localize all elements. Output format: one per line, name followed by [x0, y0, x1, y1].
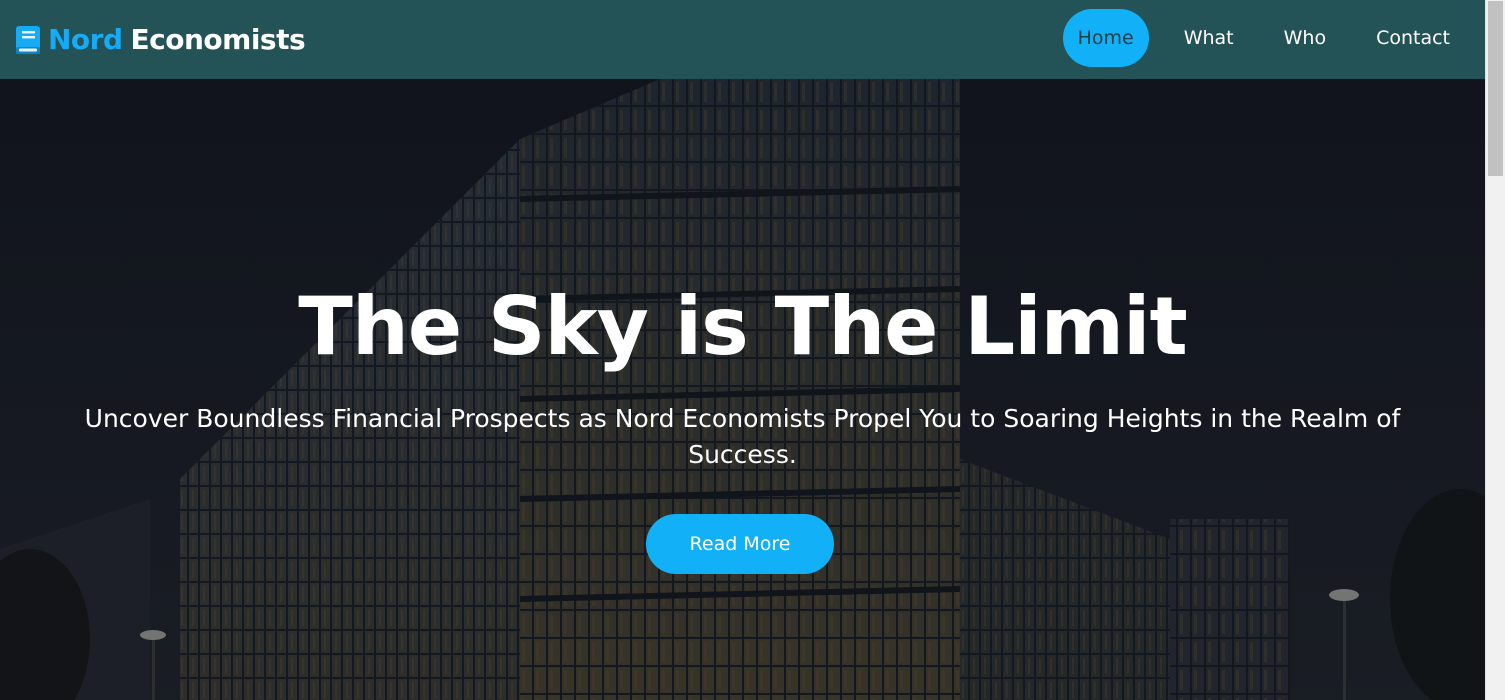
- nav-home[interactable]: Home: [1062, 9, 1149, 67]
- hero-title: The Sky is The Limit: [298, 280, 1187, 373]
- brand-logo-link[interactable]: Nord Economists: [15, 23, 306, 56]
- nav-what[interactable]: What: [1169, 9, 1249, 67]
- scrollbar-thumb[interactable]: [1488, 1, 1503, 176]
- hero-section: The Sky is The Limit Uncover Boundless F…: [0, 79, 1485, 700]
- hero-dark-overlay: [0, 79, 1485, 700]
- read-more-button[interactable]: Read More: [646, 514, 834, 574]
- brand-name-economists: Economists: [130, 23, 306, 56]
- page-scrollbar[interactable]: [1485, 0, 1505, 700]
- top-navbar: Nord Economists Home What Who Contact: [0, 0, 1485, 79]
- browser-viewport: Nord Economists Home What Who Contact Th…: [0, 0, 1505, 700]
- nav-contact[interactable]: Contact: [1361, 9, 1465, 67]
- hero-subtitle: Uncover Boundless Financial Prospects as…: [84, 404, 1401, 469]
- brand-name-nord: Nord: [48, 23, 123, 56]
- nav-who[interactable]: Who: [1269, 9, 1341, 67]
- book-icon: [16, 25, 40, 54]
- nav-menu: Home What Who Contact: [1043, 9, 1465, 67]
